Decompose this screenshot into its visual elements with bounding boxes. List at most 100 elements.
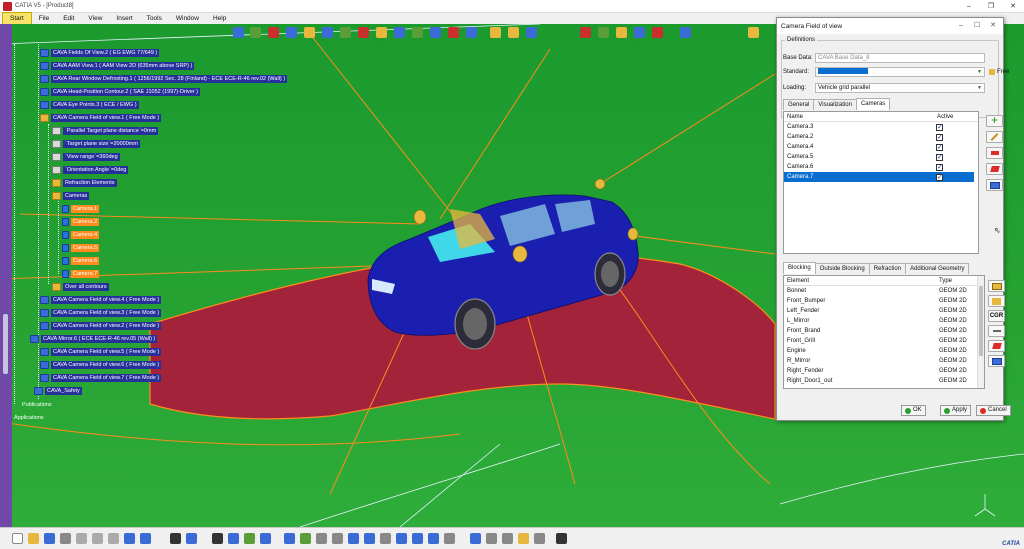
active-checkbox[interactable] <box>936 152 943 162</box>
tool-icon-13[interactable] <box>448 27 459 38</box>
hide-show-icon[interactable] <box>428 533 439 544</box>
tree-item[interactable]: CAVA Fields Of View.2 ( EG EWG 77/649 ) <box>40 48 160 58</box>
camera-row[interactable]: Camera.2 <box>784 132 978 142</box>
copy-icon[interactable] <box>92 533 103 544</box>
tool-icon-8[interactable] <box>358 27 369 38</box>
tool-icon-16[interactable] <box>508 27 519 38</box>
tab-additional-geometry[interactable]: Additional Geometry <box>905 263 970 274</box>
tool-icon-18[interactable] <box>580 27 591 38</box>
edit-camera-button[interactable] <box>986 131 1003 143</box>
tool-icon-9[interactable] <box>376 27 387 38</box>
tab-cameras[interactable]: Cameras <box>855 98 891 110</box>
element-row[interactable]: Front_Brand GEOM 2D <box>784 326 984 336</box>
delete-camera-button[interactable] <box>986 163 1003 175</box>
tool-icon-10[interactable] <box>394 27 405 38</box>
tool-icon-7[interactable] <box>340 27 351 38</box>
tool-bottom-icon-13[interactable] <box>244 533 255 544</box>
tree-item[interactable]: CAVA Camera Field of view.2 ( Free Mode … <box>40 321 162 331</box>
camera-row[interactable]: Camera.4 <box>784 142 978 152</box>
tree-item[interactable]: `Parallel Target plane distance`=0mm <box>52 126 159 136</box>
tree-item-camera[interactable]: Camera.2 <box>62 217 100 227</box>
tab-visualization[interactable]: Visualization <box>813 99 857 110</box>
normal-view-icon[interactable] <box>380 533 391 544</box>
camera-row[interactable]: Camera.3 <box>784 122 978 132</box>
standard-select[interactable]: ▼ <box>815 67 985 77</box>
restore-button[interactable]: ❐ <box>980 0 1002 13</box>
rotate-icon[interactable] <box>332 533 343 544</box>
element-row[interactable]: Front_Grill GEOM 2D <box>784 336 984 346</box>
tree-item-camera[interactable]: Camera.5 <box>62 243 100 253</box>
tool-bottom-icon-27[interactable] <box>470 533 481 544</box>
tree-item[interactable]: CAVA Mirror.6 ( ECE ECE-R-46 rev.05 (Wal… <box>30 334 158 344</box>
active-checkbox[interactable] <box>936 132 943 142</box>
minimize-button[interactable]: – <box>958 0 980 13</box>
element-row[interactable]: Bonnet GEOM 2D <box>784 286 984 296</box>
tool-bottom-icon-12[interactable] <box>228 533 239 544</box>
elements-scrollbar[interactable] <box>977 276 984 388</box>
tree-item[interactable]: CAVA Camera Field of view.1 ( Free Mode … <box>40 113 162 123</box>
camera-row[interactable]: Camera.6 <box>784 162 978 172</box>
camera-row-selected[interactable]: Camera.7 <box>784 172 974 182</box>
tool-bottom-icon-30[interactable] <box>518 533 529 544</box>
formula-icon[interactable] <box>170 533 181 544</box>
fly-icon[interactable] <box>284 533 295 544</box>
apply-button[interactable]: Apply <box>940 405 972 416</box>
paste-icon[interactable] <box>108 533 119 544</box>
cancel-button[interactable]: Cancel <box>976 405 1011 416</box>
tab-blocking[interactable]: Blocking <box>783 262 816 274</box>
remove-camera-button[interactable] <box>986 147 1003 159</box>
tool-icon-15[interactable] <box>490 27 501 38</box>
loading-select[interactable]: Vehicle grid parallel ▼ <box>815 83 985 93</box>
tab-outside-blocking[interactable]: Outside Blocking <box>814 263 870 274</box>
tree-item[interactable]: CAVA Camera Field of view.6 ( Free Mode … <box>40 360 162 370</box>
tree-item-applications[interactable]: Applications <box>12 413 46 423</box>
tool-bottom-icon-32[interactable] <box>556 533 567 544</box>
save-icon[interactable] <box>44 533 55 544</box>
redo-icon[interactable] <box>140 533 151 544</box>
active-checkbox[interactable] <box>936 142 943 152</box>
grid-icon[interactable] <box>212 533 223 544</box>
tree-item[interactable]: CAVA Camera Field of view.3 ( Free Mode … <box>40 308 162 318</box>
active-checkbox[interactable] <box>936 162 943 172</box>
dialog-close-button[interactable]: ✕ <box>985 18 1001 34</box>
tree-item-publications[interactable]: Publications <box>20 400 54 410</box>
element-list-button[interactable] <box>988 355 1005 367</box>
element-row[interactable]: Engine GEOM 2D <box>784 346 984 356</box>
menu-tools[interactable]: Tools <box>140 13 169 24</box>
active-checkbox[interactable] <box>936 172 943 182</box>
tree-item[interactable]: CAVA_Safety <box>34 386 82 396</box>
menu-file[interactable]: File <box>32 13 56 24</box>
select-element-button[interactable] <box>988 295 1005 307</box>
tree-item[interactable]: CAVA Head-Position Contour.2 ( SAE J1052… <box>40 87 201 97</box>
tool-icon-17[interactable] <box>526 27 537 38</box>
tab-refraction[interactable]: Refraction <box>868 263 907 274</box>
tree-item[interactable]: CAVA Rear Window Defrosting.1 ( 1256/199… <box>40 74 288 84</box>
menu-edit[interactable]: Edit <box>56 13 81 24</box>
tree-item[interactable]: CAVA Camera Field of view.7 ( Free Mode … <box>40 373 162 383</box>
menu-insert[interactable]: Insert <box>109 13 139 24</box>
tool-icon-20[interactable] <box>616 27 627 38</box>
tree-item[interactable]: CAVA Eye Points.3 ( ECE / EWG ) <box>40 100 139 110</box>
element-row[interactable]: Right_Door1_out GEOM 2D <box>784 376 984 386</box>
add-camera-button[interactable]: + <box>986 115 1003 127</box>
zoom-in-icon[interactable] <box>348 533 359 544</box>
tree-item-camera[interactable]: Camera.1 <box>62 204 100 214</box>
element-row[interactable]: Left_Fender GEOM 2D <box>784 306 984 316</box>
tool-icon-23[interactable] <box>680 27 691 38</box>
tree-item[interactable]: Refraction Elements <box>52 178 117 188</box>
tool-bottom-icon-31[interactable] <box>534 533 545 544</box>
dialog-minimize-button[interactable]: – <box>953 18 969 34</box>
base-data-field[interactable]: CAVA Base Data_8 <box>815 53 985 63</box>
tool-icon-19[interactable] <box>598 27 609 38</box>
delete-element-button[interactable] <box>988 340 1005 352</box>
camera-row[interactable]: Camera.5 <box>784 152 978 162</box>
swap-visible-icon[interactable] <box>444 533 455 544</box>
element-row[interactable]: L_Mirror GEOM 2D <box>784 316 984 326</box>
tool-icon-21[interactable] <box>634 27 645 38</box>
new-document-icon[interactable] <box>12 533 23 544</box>
tree-item[interactable]: Over all contours <box>52 282 109 292</box>
pan-icon[interactable] <box>316 533 327 544</box>
tool-icon-11[interactable] <box>412 27 423 38</box>
cgr-button[interactable]: CGR <box>988 310 1005 322</box>
tree-item[interactable]: CAVA AAM View.1 ( AAM View 2D (635mm abo… <box>40 61 195 71</box>
